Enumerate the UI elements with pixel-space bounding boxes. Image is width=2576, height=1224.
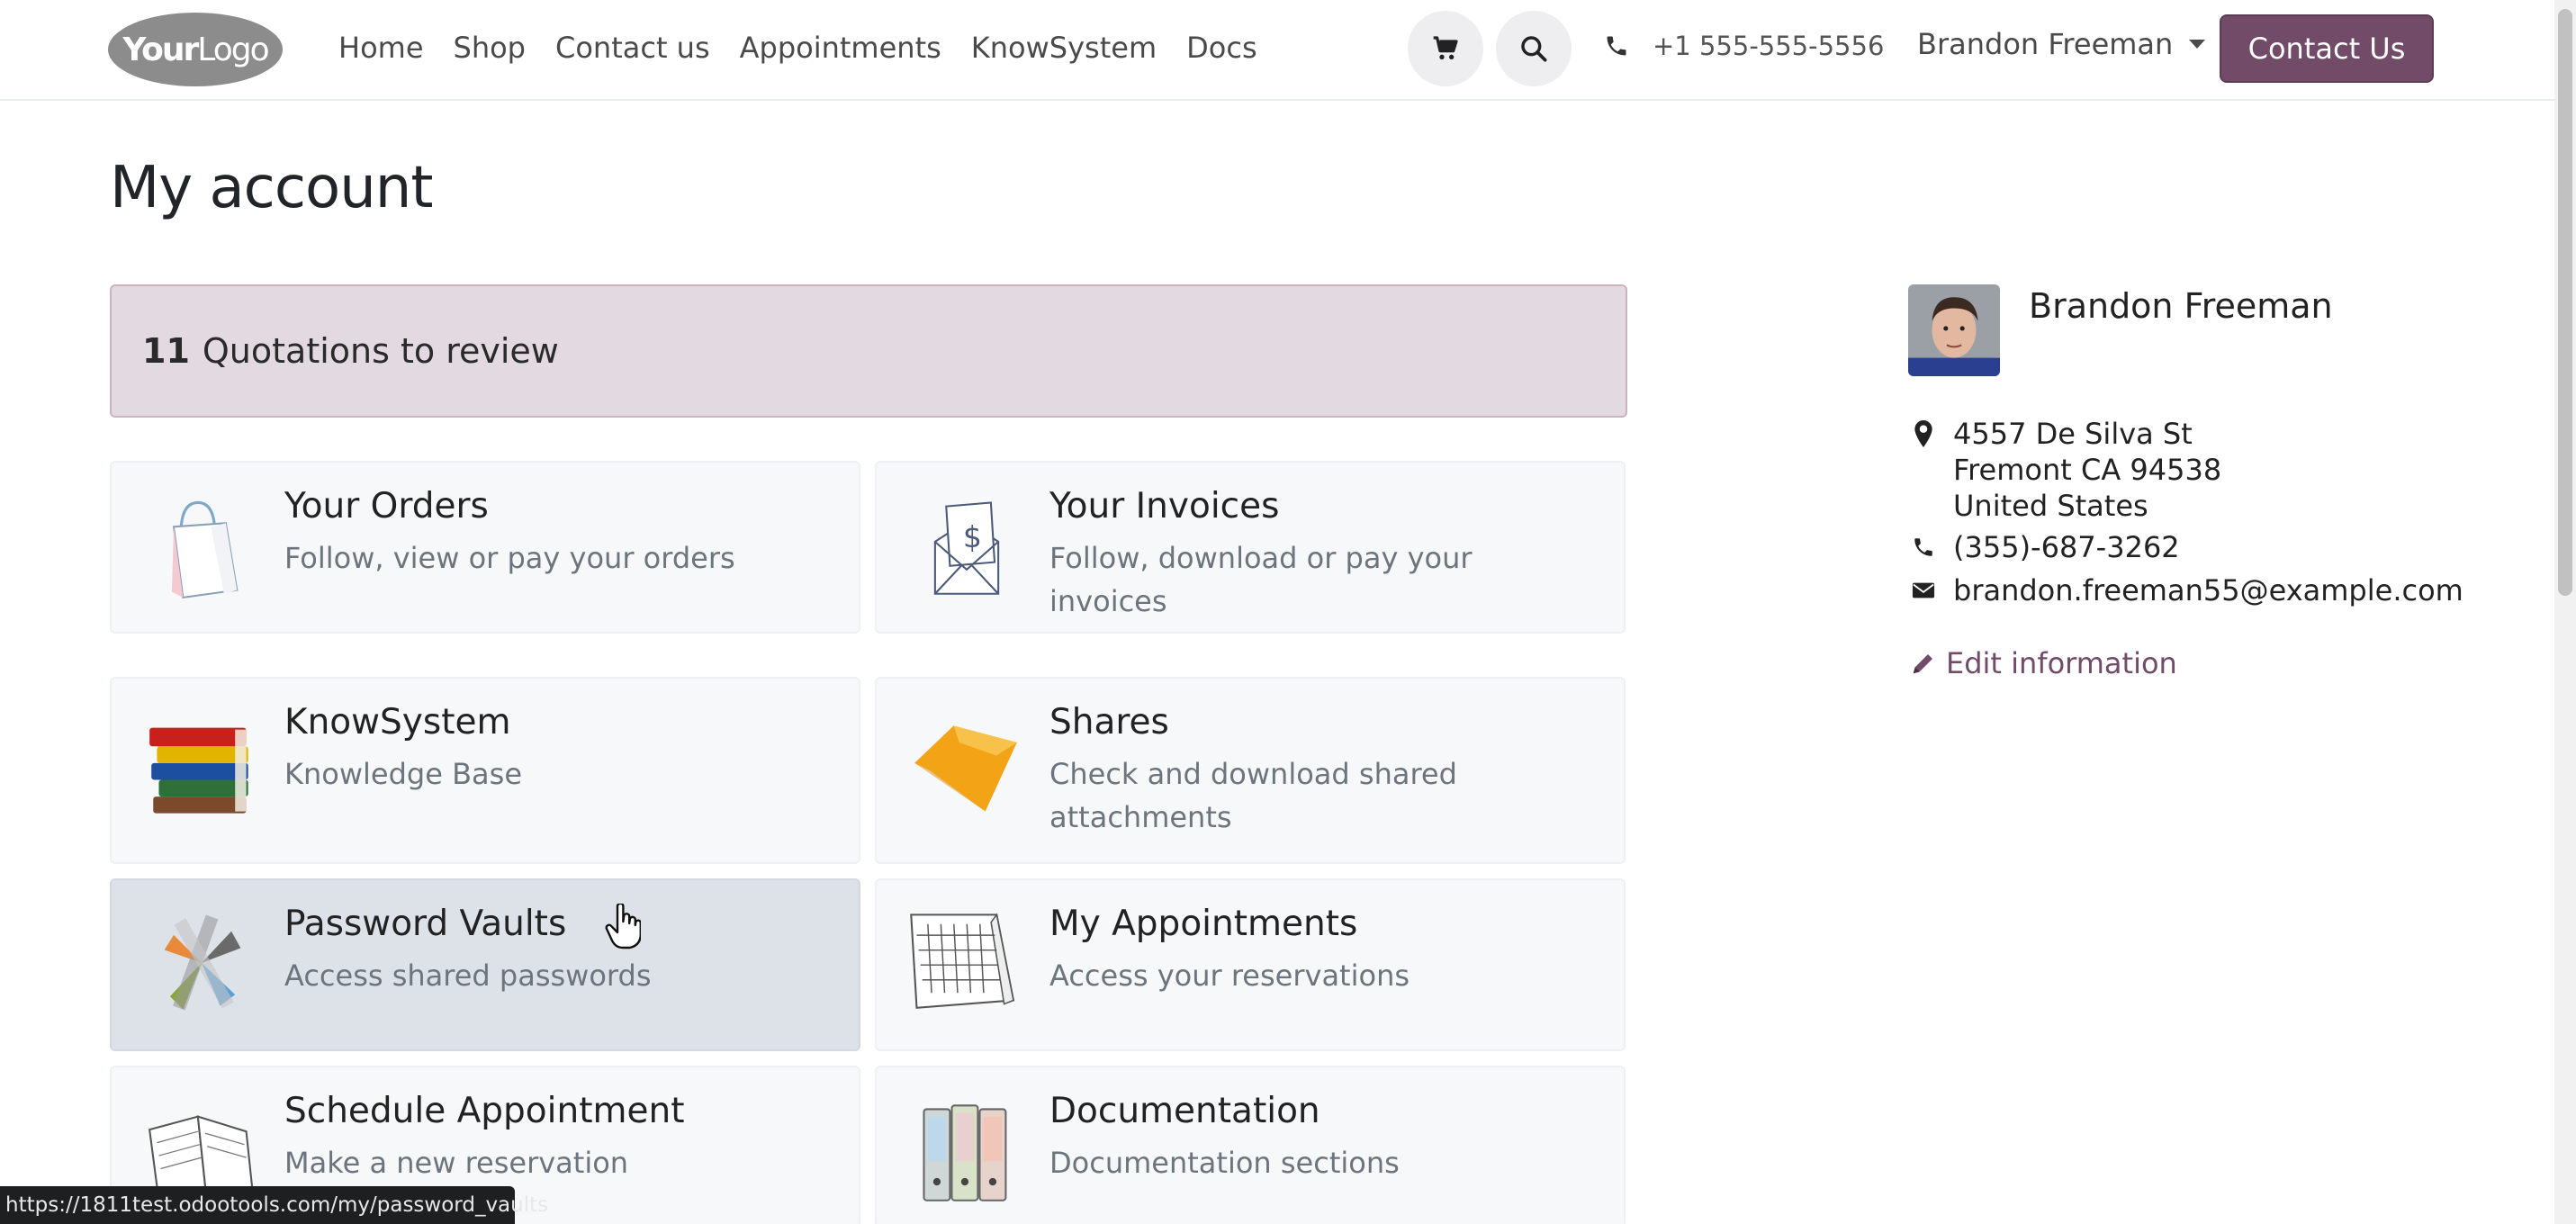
- user-menu-name: Brandon Freeman: [1917, 27, 2174, 61]
- contact-us-button[interactable]: Contact Us: [2220, 14, 2434, 83]
- quotations-alert[interactable]: 11 Quotations to review: [110, 284, 1627, 418]
- shopping-bag-icon: [171, 500, 239, 599]
- hand-pointer-cursor-icon: [605, 904, 641, 950]
- profile-email-address: brandon.freeman55@example.com: [1953, 573, 2463, 608]
- books-icon: [149, 727, 248, 814]
- card-my-appointments[interactable]: My Appointments Access your reservations: [875, 878, 1626, 1051]
- quotations-text: Quotations to review: [202, 331, 559, 371]
- profile-phone-number: (355)-687-3262: [1953, 530, 2180, 564]
- card-description: Check and download shared attachments: [1049, 757, 1457, 834]
- avatar: [1908, 284, 2000, 376]
- quotations-count: 11: [142, 331, 190, 371]
- card-description: Knowledge Base: [284, 757, 522, 791]
- card-title: Password Vaults: [284, 904, 567, 944]
- card-title: Documentation: [1049, 1091, 1320, 1131]
- caret-down-icon: [2189, 40, 2206, 49]
- top-navbar: Your Logo Home Shop Contact us Appointmen…: [0, 0, 2554, 101]
- svg-text:$: $: [963, 519, 982, 554]
- logo-text-thin: Logo: [197, 31, 269, 68]
- card-title: Your Invoices: [1049, 486, 1280, 526]
- card-title: Your Orders: [284, 486, 489, 526]
- profile-email: brandon.freeman55@example.com: [1912, 572, 2463, 608]
- scrollbar-thumb[interactable]: [2558, 9, 2572, 596]
- card-title: Shares: [1049, 702, 1169, 742]
- password-vault-icon: [164, 914, 241, 1011]
- nav-docs[interactable]: Docs: [1186, 25, 1256, 70]
- envelope-icon: [1912, 582, 1935, 598]
- link-preview-statusbar: https://1811test.odootools.com/my/passwo…: [0, 1186, 548, 1224]
- address-line-3: United States: [1953, 489, 2148, 523]
- phone-icon: [1607, 36, 1626, 56]
- binders-icon: [923, 1104, 1007, 1202]
- header-phone[interactable]: +1 555-555-5556: [1604, 31, 1884, 61]
- search-button[interactable]: [1496, 11, 1572, 86]
- address-line-1: 4557 De Silva St: [1953, 417, 2193, 451]
- profile-name: Brandon Freeman: [2029, 286, 2333, 326]
- pencil-icon: [1913, 654, 1932, 674]
- card-title: My Appointments: [1049, 904, 1358, 944]
- card-your-orders[interactable]: Your Orders Follow, view or pay your ord…: [110, 461, 860, 634]
- status-url: https://1811test.odootools.com/my/passwo…: [5, 1193, 549, 1217]
- logo-text-bold: Your: [122, 31, 199, 68]
- nav-appointments[interactable]: Appointments: [740, 25, 941, 70]
- card-description: Follow, view or pay your orders: [284, 541, 735, 575]
- card-description: Documentation sections: [1049, 1146, 1400, 1180]
- shares-diamond-icon: [914, 725, 1017, 812]
- address-line-2: Fremont CA 94538: [1953, 453, 2222, 487]
- card-description: Access your reservations: [1049, 958, 1410, 993]
- calendar-icon: [910, 913, 1015, 1009]
- company-logo[interactable]: Your Logo: [108, 13, 283, 86]
- card-password-vaults[interactable]: Password Vaults Access shared passwords: [110, 878, 860, 1051]
- vertical-scrollbar[interactable]: [2554, 0, 2576, 1224]
- nav-home[interactable]: Home: [338, 25, 424, 70]
- search-icon: [1521, 36, 1547, 62]
- card-title: Schedule Appointment: [284, 1091, 685, 1131]
- edit-information-label: Edit information: [1946, 646, 2177, 680]
- cart-icon: [1433, 36, 1458, 59]
- nav-contact-us[interactable]: Contact us: [555, 25, 710, 70]
- card-knowsystem[interactable]: KnowSystem Knowledge Base: [110, 677, 860, 864]
- nav-shop[interactable]: Shop: [454, 25, 526, 70]
- nav-knowsystem[interactable]: KnowSystem: [971, 25, 1157, 70]
- card-description: Make a new reservation: [284, 1146, 629, 1180]
- cart-button[interactable]: [1408, 11, 1483, 86]
- edit-information-link[interactable]: Edit information: [1910, 646, 2177, 680]
- card-description: Follow, download or pay your invoices: [1049, 541, 1473, 618]
- card-documentation[interactable]: Documentation Documentation sections: [875, 1066, 1626, 1224]
- phone-icon: [1914, 538, 1932, 556]
- map-marker-icon: [1914, 420, 1932, 447]
- main-nav: Home Shop Contact us Appointments KnowSy…: [338, 25, 1287, 70]
- card-description: Access shared passwords: [284, 958, 652, 993]
- card-shares[interactable]: Shares Check and download shared attachm…: [875, 677, 1626, 864]
- profile-address: 4557 De Silva St Fremont CA 94538 United…: [1912, 416, 2221, 524]
- page-title: My account: [110, 155, 433, 221]
- header-phone-number: +1 555-555-5556: [1653, 31, 1885, 61]
- user-menu-dropdown[interactable]: Brandon Freeman: [1917, 27, 2206, 61]
- card-your-invoices[interactable]: $ Your Invoices Follow, download or pay …: [875, 461, 1626, 634]
- invoice-envelope-icon: $: [933, 501, 1000, 595]
- card-title: KnowSystem: [284, 702, 511, 742]
- profile-phone: (355)-687-3262: [1912, 529, 2180, 565]
